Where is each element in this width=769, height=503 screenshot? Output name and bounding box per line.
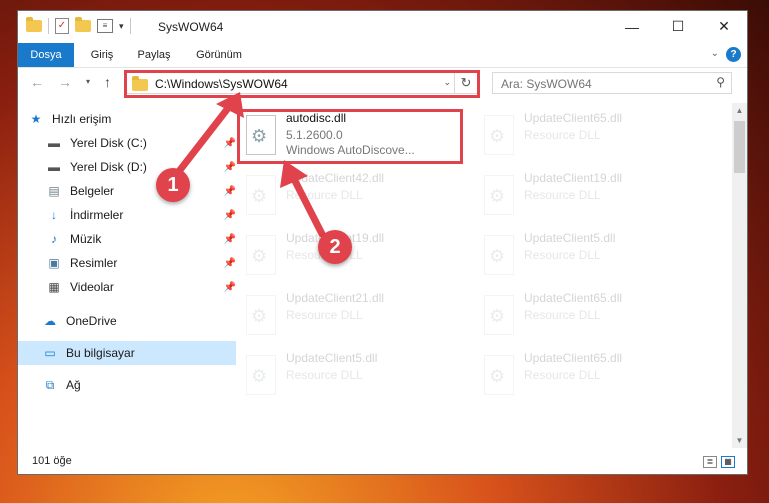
annotation-arrows [176, 92, 326, 238]
arrow-to-address [176, 92, 244, 174]
step-2-badge: 2 [318, 230, 352, 264]
arrow-to-file [280, 160, 326, 238]
step-1-badge: 1 [156, 168, 190, 202]
